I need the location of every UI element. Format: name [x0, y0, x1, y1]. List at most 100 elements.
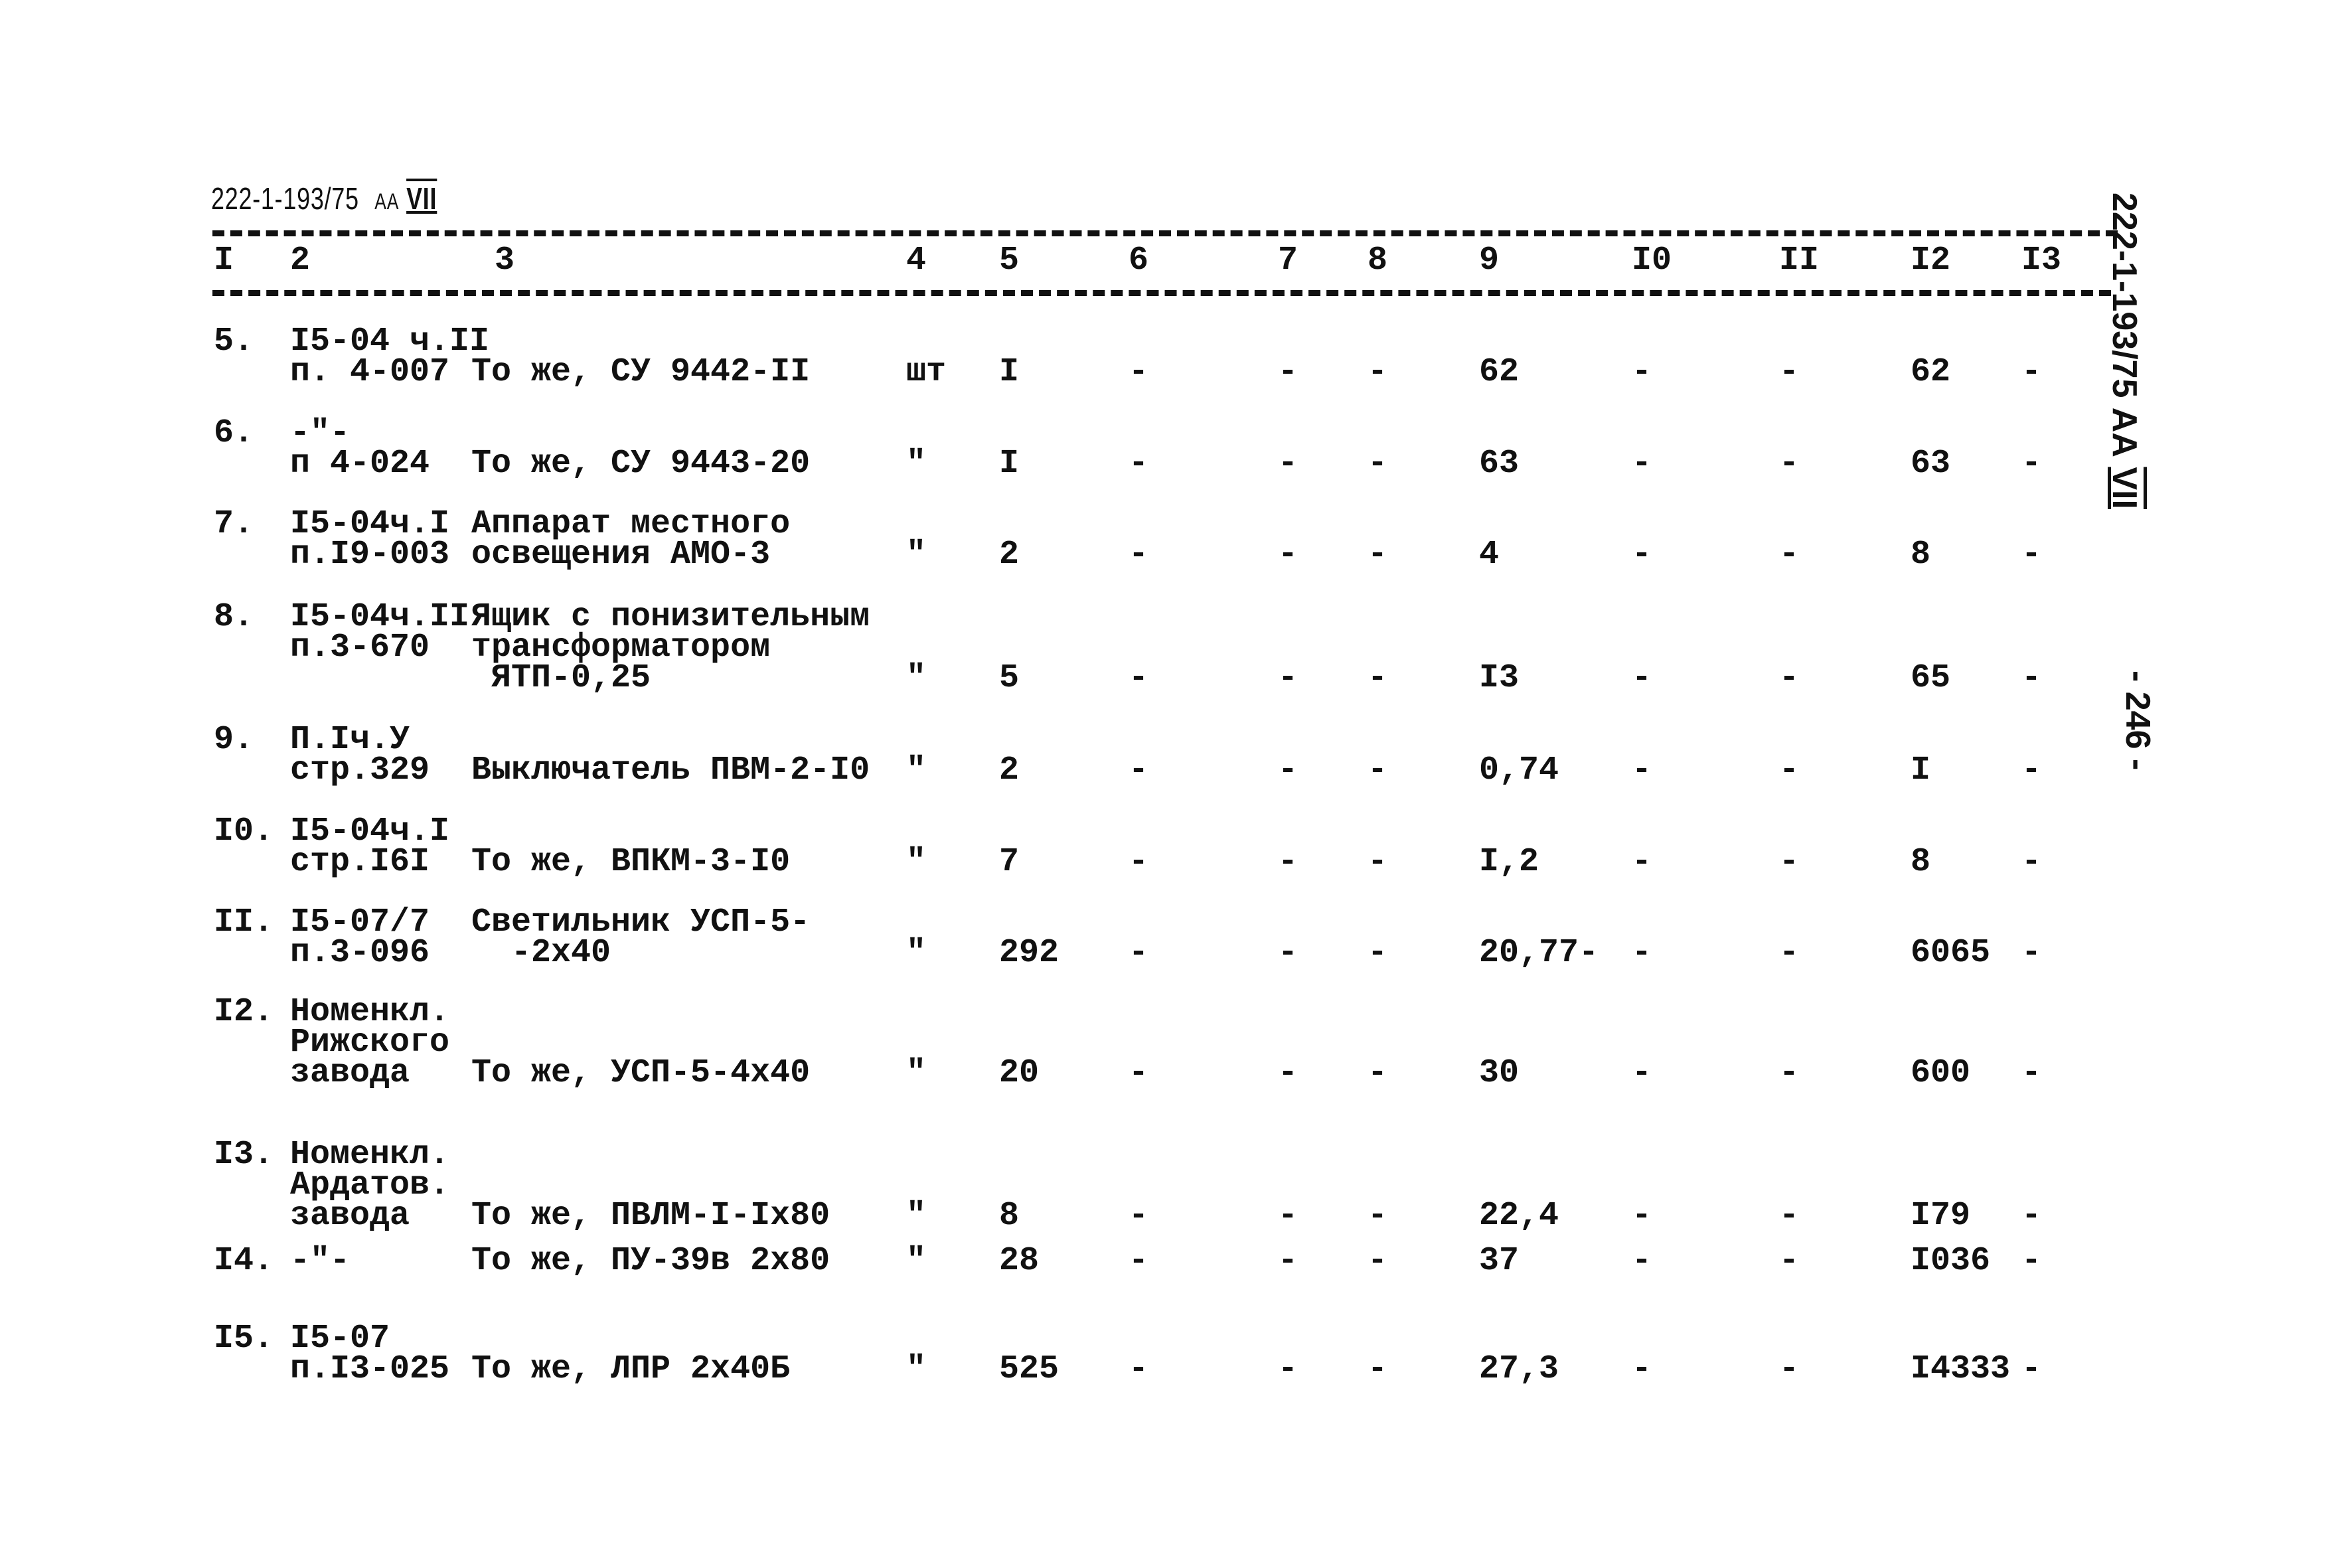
unit-cell: " — [906, 1350, 927, 1388]
value-cell-c13: - — [2021, 353, 2042, 391]
value-cell-c12: I79 — [1911, 1197, 1971, 1235]
value-cell-c13: - — [2021, 1197, 2042, 1235]
value-cell-c11: - — [1779, 1054, 1800, 1092]
value-cell-c9: 63 — [1479, 445, 1520, 483]
header-bottom-rule — [212, 290, 2111, 296]
value-cell-c7: - — [1278, 1242, 1298, 1280]
row-number: I2. — [214, 993, 274, 1031]
value-cell-c13: - — [2021, 1054, 2042, 1092]
reference-cell: п.3-670 — [290, 629, 430, 666]
reference-cell: п.I3-025 — [290, 1350, 450, 1388]
value-cell-c12: 63 — [1911, 445, 1951, 483]
value-cell-c6: - — [1129, 934, 1149, 972]
value-cell-c9: 22,4 — [1479, 1197, 1559, 1235]
value-cell-c6: - — [1129, 445, 1149, 483]
column-header: I3 — [2021, 242, 2062, 279]
value-cell-c10: - — [1632, 445, 1652, 483]
value-cell-c10: - — [1632, 1197, 1652, 1235]
value-cell-c6: - — [1129, 1242, 1149, 1280]
value-cell-c10: - — [1632, 536, 1652, 574]
value-cell-c12: 62 — [1911, 353, 1951, 391]
value-cell-c9: 37 — [1479, 1242, 1520, 1280]
row-number: 5. — [214, 323, 254, 360]
row-number: 7. — [214, 505, 254, 543]
unit-cell: " — [906, 445, 927, 483]
column-header: II — [1779, 242, 1820, 279]
value-cell-c12: 8 — [1911, 536, 1931, 574]
value-cell-c8: - — [1368, 536, 1388, 574]
quantity-cell: 28 — [999, 1242, 1040, 1280]
quantity-cell: 2 — [999, 536, 1020, 574]
row-number: 6. — [214, 414, 254, 452]
value-cell-c12: 6065 — [1911, 934, 1991, 972]
item-name-cell: То же, ПУ-39в 2х80 — [471, 1242, 830, 1280]
quantity-cell: 2 — [999, 751, 1020, 789]
row-number: I0. — [214, 813, 274, 850]
value-cell-c9: I3 — [1479, 659, 1520, 697]
value-cell-c6: - — [1129, 536, 1149, 574]
value-cell-c13: - — [2021, 843, 2042, 881]
value-cell-c6: - — [1129, 1054, 1149, 1092]
quantity-cell: 7 — [999, 843, 1020, 881]
value-cell-c7: - — [1278, 843, 1298, 881]
value-cell-c7: - — [1278, 934, 1298, 972]
album-label: АА — [374, 189, 400, 214]
document-code-header: 222-1-193/75 АА VII — [211, 181, 437, 216]
item-name-cell: То же, ВПКМ-3-I0 — [471, 843, 791, 881]
value-cell-c9: 0,74 — [1479, 751, 1559, 789]
value-cell-c9: 62 — [1479, 353, 1520, 391]
value-cell-c12: I — [1911, 751, 1931, 789]
quantity-cell: I — [999, 353, 1020, 391]
reference-cell: завода — [290, 1197, 410, 1235]
reference-cell: стр.329 — [290, 751, 430, 789]
value-cell-c9: 4 — [1479, 536, 1500, 574]
row-number: 8. — [214, 598, 254, 636]
value-cell-c7: - — [1278, 353, 1298, 391]
value-cell-c8: - — [1368, 1242, 1388, 1280]
item-name-cell: То же, ПВЛМ-I-Iх80 — [471, 1197, 830, 1235]
reference-cell: п 4-024 — [290, 445, 430, 483]
value-cell-c13: - — [2021, 1242, 2042, 1280]
value-cell-c8: - — [1368, 1054, 1388, 1092]
value-cell-c8: - — [1368, 1197, 1388, 1235]
value-cell-c11: - — [1779, 536, 1800, 574]
quantity-cell: 292 — [999, 934, 1059, 972]
column-header: 9 — [1479, 242, 1500, 279]
value-cell-c13: - — [2021, 751, 2042, 789]
value-cell-c13: - — [2021, 1350, 2042, 1388]
item-name-cell: То же, УСП-5-4х40 — [471, 1054, 811, 1092]
value-cell-c11: - — [1779, 843, 1800, 881]
column-header: I0 — [1632, 242, 1672, 279]
value-cell-c11: - — [1779, 1197, 1800, 1235]
value-cell-c8: - — [1368, 843, 1388, 881]
row-number: I3. — [214, 1136, 274, 1174]
value-cell-c7: - — [1278, 1197, 1298, 1235]
unit-cell: шт — [906, 353, 947, 391]
value-cell-c13: - — [2021, 536, 2042, 574]
value-cell-c11: - — [1779, 751, 1800, 789]
value-cell-c10: - — [1632, 353, 1652, 391]
value-cell-c8: - — [1368, 751, 1388, 789]
header-top-rule — [212, 230, 2118, 236]
value-cell-c8: - — [1368, 1350, 1388, 1388]
value-cell-c11: - — [1779, 1242, 1800, 1280]
value-cell-c7: - — [1278, 1054, 1298, 1092]
value-cell-c6: - — [1129, 1350, 1149, 1388]
reference-cell: п.I9-003 — [290, 536, 450, 574]
value-cell-c13: - — [2021, 934, 2042, 972]
reference-cell: завода — [290, 1054, 410, 1092]
value-cell-c11: - — [1779, 445, 1800, 483]
quantity-cell: 8 — [999, 1197, 1020, 1235]
item-name-cell: То же, ЛПР 2х40Б — [471, 1350, 791, 1388]
unit-cell: " — [906, 1242, 927, 1280]
value-cell-c6: - — [1129, 843, 1149, 881]
quantity-cell: 525 — [999, 1350, 1059, 1388]
row-number: I4. — [214, 1242, 274, 1280]
value-cell-c9: 30 — [1479, 1054, 1520, 1092]
column-header: 8 — [1368, 242, 1388, 279]
row-number: II. — [214, 903, 274, 941]
item-name-cell: -2х40 — [471, 934, 611, 972]
value-cell-c10: - — [1632, 843, 1652, 881]
quantity-cell: 5 — [999, 659, 1020, 697]
row-number: 9. — [214, 721, 254, 759]
